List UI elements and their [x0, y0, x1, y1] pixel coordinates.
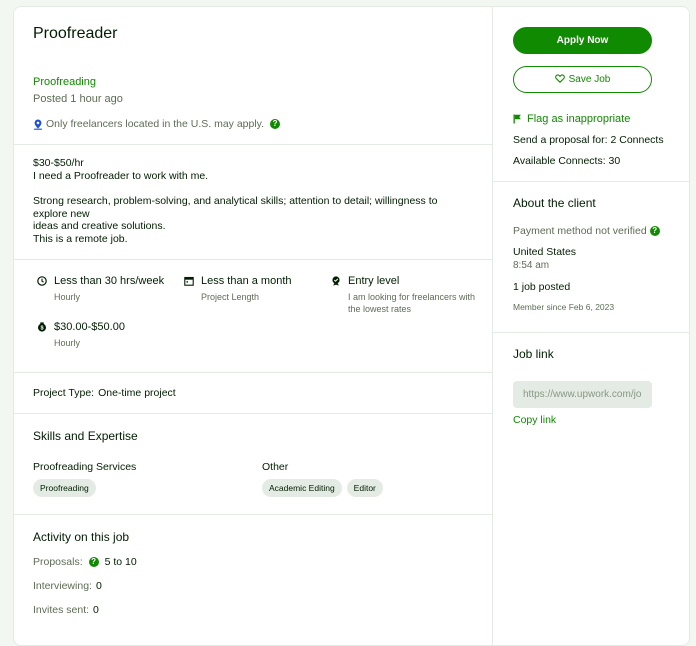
feature-rate: $ $30.00-$50.00 Hourly — [37, 321, 125, 349]
help-icon[interactable]: ? — [649, 226, 660, 236]
client-country: United States — [513, 246, 577, 258]
feature-title: $30.00-$50.00 — [54, 320, 125, 333]
description-rate: $30-$50/hr — [33, 157, 84, 169]
copy-link-button[interactable]: Copy link — [513, 414, 556, 426]
proposals-row: Proposals: ? 5 to 10 — [33, 556, 473, 568]
job-link-input[interactable] — [513, 381, 652, 408]
client-member-since: Member since Feb 6, 2023 — [513, 302, 615, 312]
job-link-heading: Job link — [513, 347, 554, 361]
skills-heading: Skills and Expertise — [33, 428, 138, 443]
skill-group-label: Other — [262, 460, 289, 473]
job-link-section: Job link Copy link — [493, 333, 689, 428]
job-description: $30-$50/hr I need a Proofreader to work … — [14, 145, 492, 260]
save-job-label: Save Job — [568, 74, 611, 85]
interviewing-value: 0 — [95, 579, 102, 592]
heart-icon — [554, 74, 565, 83]
available-connects: Available Connects: 30 — [513, 155, 621, 167]
activity-section: Activity on this job Proposals: ? 5 to 1… — [14, 515, 492, 616]
save-job-button[interactable]: Save Job — [513, 66, 652, 93]
skill-group: Other Academic Editing Editor — [262, 461, 383, 497]
skill-chip[interactable]: Academic Editing — [262, 478, 342, 497]
description-line: Strong research, problem-solving, and an… — [33, 195, 438, 233]
skill-group: Proofreading Services Proofreading — [33, 461, 136, 497]
skill-chip[interactable]: Proofreading — [33, 478, 96, 497]
apply-now-button[interactable]: Apply Now — [513, 27, 652, 54]
project-type-label: Project Type: — [33, 386, 95, 399]
job-sidebar: Apply Now Save Job Flag as inappropriate… — [493, 7, 689, 645]
client-local-time: 8:54 am — [513, 260, 550, 271]
description-line: I need a Proofreader to work with me. — [33, 169, 209, 182]
payment-label: Payment method not verified — [513, 225, 647, 237]
feature-level: Entry level I am looking for freelancers… — [331, 275, 475, 315]
money-icon: $ — [38, 321, 46, 332]
feature-title: Less than a month — [201, 274, 292, 287]
job-category-link[interactable]: Proofreading — [33, 76, 473, 88]
feature-subtitle: Hourly — [54, 291, 81, 302]
location-pin-icon — [34, 119, 42, 130]
job-main-column: Proofreader Proofreading Posted 1 hour a… — [14, 7, 493, 645]
skill-chip[interactable]: Editor — [346, 478, 383, 497]
job-features: Less than 30 hrs/week Hourly Less than a… — [14, 260, 492, 373]
skill-group-label: Proofreading Services — [33, 460, 137, 473]
proposals-label: Proposals: — [33, 555, 83, 568]
flag-link[interactable]: Flag as inappropriate — [513, 113, 669, 125]
posted-time: Posted 1 hour ago — [33, 93, 123, 105]
client-jobs-posted: 1 job posted — [513, 281, 571, 293]
help-icon[interactable]: ? — [88, 556, 99, 567]
feature-subtitle: Hourly — [54, 337, 81, 348]
skills-section: Skills and Expertise Proofreading Servic… — [14, 414, 492, 515]
location-restriction: Only freelancers located in the U.S. may… — [33, 118, 473, 144]
location-note: Only freelancers located in the U.S. may… — [46, 118, 265, 130]
job-details-card: Proofreader Proofreading Posted 1 hour a… — [13, 6, 690, 646]
interviewing-label: Interviewing: — [33, 579, 92, 592]
job-header: Proofreader Proofreading Posted 1 hour a… — [14, 7, 492, 145]
feature-hours: Less than 30 hrs/week Hourly — [37, 275, 164, 303]
proposals-value: 5 to 10 — [104, 555, 137, 568]
invites-label: Invites sent: — [33, 603, 90, 616]
flag-icon — [513, 114, 521, 124]
svg-text:$: $ — [40, 325, 43, 331]
feature-subtitle: I am looking for freelancers with the lo… — [348, 291, 476, 314]
invites-value: 0 — [93, 603, 99, 616]
feature-subtitle: Project Length — [201, 291, 260, 302]
client-section: About the client Payment method not veri… — [493, 182, 689, 333]
project-type: Project Type: One-time project — [14, 373, 492, 414]
flag-label: Flag as inappropriate — [527, 113, 631, 125]
payment-status: Payment method not verified ? — [513, 225, 669, 237]
experience-icon — [332, 275, 340, 286]
project-type-value: One-time project — [98, 386, 176, 399]
proposal-cost: Send a proposal for: 2 Connects — [513, 134, 664, 146]
invites-row: Invites sent: 0 — [33, 604, 473, 616]
feature-title: Less than 30 hrs/week — [54, 274, 165, 287]
feature-duration: Less than a month Project Length — [184, 275, 292, 303]
activity-heading: Activity on this job — [33, 529, 130, 544]
client-heading: About the client — [513, 196, 596, 210]
page-title: Proofreader — [33, 25, 118, 42]
feature-title: Entry level — [348, 274, 400, 287]
interviewing-row: Interviewing: 0 — [33, 580, 473, 592]
help-icon[interactable]: ? — [270, 119, 281, 129]
clock-icon — [37, 275, 47, 286]
calendar-icon — [184, 276, 194, 286]
apply-section: Apply Now Save Job Flag as inappropriate… — [493, 27, 689, 182]
description-line: This is a remote job. — [33, 232, 128, 245]
